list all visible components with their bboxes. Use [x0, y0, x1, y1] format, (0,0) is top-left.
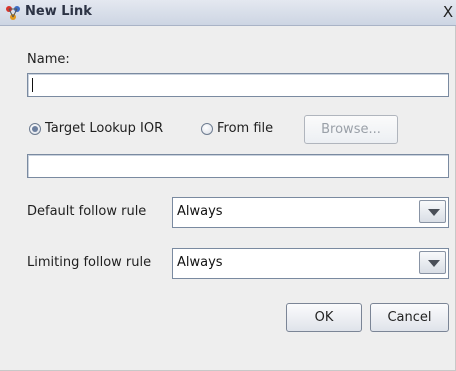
browse-button[interactable]: Browse... — [304, 115, 398, 144]
title-bar[interactable]: New Link X — [0, 0, 456, 26]
name-label: Name: — [27, 52, 70, 67]
target-lookup-ior-label[interactable]: Target Lookup IOR — [45, 121, 163, 136]
target-ior-input[interactable] — [27, 154, 449, 178]
dialog-title: New Link — [25, 4, 92, 19]
target-lookup-ior-radio[interactable] — [29, 123, 41, 135]
new-link-dialog: New Link X Name: Target Lookup IOR From … — [0, 0, 456, 371]
ok-button[interactable]: OK — [286, 303, 362, 332]
limiting-follow-rule-select[interactable]: Always — [172, 248, 449, 279]
default-follow-rule-value: Always — [177, 204, 223, 219]
close-icon[interactable]: X — [440, 2, 456, 22]
network-icon — [5, 5, 21, 21]
chevron-down-icon[interactable] — [419, 200, 446, 223]
default-follow-rule-select[interactable]: Always — [172, 197, 449, 228]
chevron-down-icon[interactable] — [419, 251, 446, 274]
from-file-radio[interactable] — [201, 123, 213, 135]
text-caret — [32, 78, 33, 92]
limiting-follow-rule-value: Always — [177, 255, 223, 270]
from-file-label[interactable]: From file — [217, 121, 273, 136]
limiting-follow-rule-label: Limiting follow rule — [27, 255, 152, 270]
default-follow-rule-label: Default follow rule — [27, 204, 147, 219]
cancel-button[interactable]: Cancel — [370, 303, 449, 332]
name-input[interactable] — [27, 73, 449, 97]
